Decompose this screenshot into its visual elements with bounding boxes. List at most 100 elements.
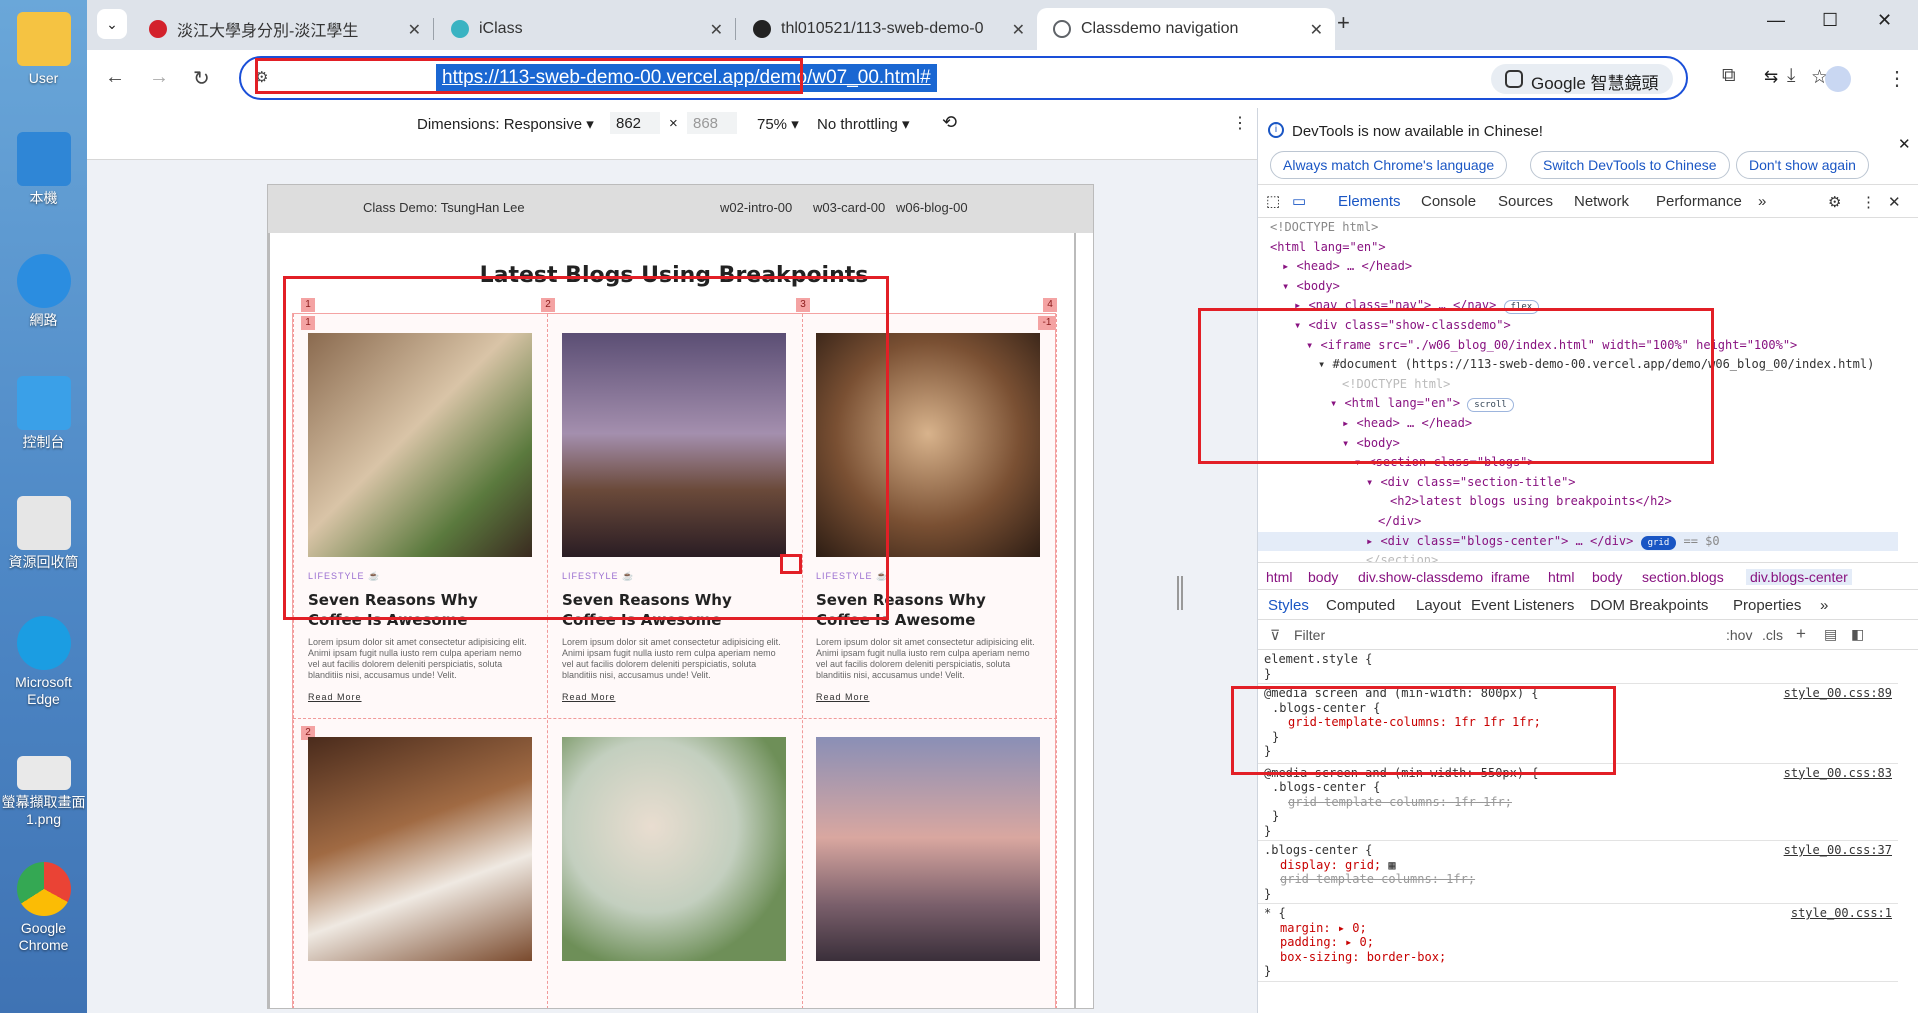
rule-source-link[interactable]: style_00.css:89 xyxy=(1784,686,1892,701)
dont-show-button[interactable]: Don't show again xyxy=(1736,151,1869,179)
breadcrumb-item[interactable]: html xyxy=(1548,569,1574,585)
tab-performance[interactable]: Performance xyxy=(1656,193,1742,210)
nav-link-w02[interactable]: w02-intro-00 xyxy=(720,200,792,215)
more-options-icon[interactable]: ⋮ xyxy=(1861,193,1876,211)
dom-node[interactable]: <h2>latest blogs using breakpoints</h2> xyxy=(1258,492,1898,512)
close-icon[interactable]: ✕ xyxy=(1012,20,1025,40)
close-icon[interactable]: ✕ xyxy=(1898,135,1911,153)
minimize-button[interactable]: — xyxy=(1767,10,1785,31)
tab-classdemo[interactable]: Classdemo navigation ✕ xyxy=(1037,8,1335,50)
read-more-link[interactable]: Read More xyxy=(816,692,1040,702)
dom-node[interactable]: <!DOCTYPE html> xyxy=(1258,218,1898,238)
rotate-icon[interactable]: ⟲ xyxy=(942,112,957,133)
desktop-icon-control-panel[interactable]: 控制台 xyxy=(0,376,87,451)
forward-button[interactable]: → xyxy=(149,66,169,89)
settings-icon[interactable]: ⚙ xyxy=(1828,193,1841,211)
tab-dom-breakpoints[interactable]: DOM Breakpoints xyxy=(1590,597,1708,614)
desktop-icon-recycle-bin[interactable]: 資源回收筒 xyxy=(0,496,87,571)
close-icon[interactable]: ✕ xyxy=(710,20,723,40)
close-icon[interactable]: ✕ xyxy=(1310,20,1323,40)
breadcrumb-item[interactable]: html xyxy=(1266,569,1292,585)
throttle-select[interactable]: No throttling ▾ xyxy=(817,115,910,133)
add-rule-icon[interactable]: + xyxy=(1796,624,1806,644)
dom-node-selected[interactable]: ▸ <div class="blogs-center"> … </div> gr… xyxy=(1258,531,1898,552)
extensions-icon[interactable]: ⧉ xyxy=(1722,65,1736,87)
breadcrumb-item[interactable]: section.blogs xyxy=(1642,569,1724,585)
rule-source-link[interactable]: style_00.css:1 xyxy=(1791,906,1892,921)
match-language-button[interactable]: Always match Chrome's language xyxy=(1270,151,1508,179)
rule-declaration[interactable]: display: grid; ▦ xyxy=(1264,858,1892,873)
grid-badge[interactable]: grid xyxy=(1640,535,1677,550)
close-icon[interactable]: ✕ xyxy=(408,20,421,40)
zoom-select[interactable]: 75% ▾ xyxy=(757,115,799,133)
resize-handle[interactable] xyxy=(1177,576,1183,610)
inspect-icon[interactable]: ⬚ xyxy=(1266,192,1280,210)
rule-source-link[interactable]: style_00.css:83 xyxy=(1784,766,1892,781)
style-rule[interactable]: .blogs-center { display: grid; ▦ grid-te… xyxy=(1258,841,1898,904)
more-options-icon[interactable]: ⋮ xyxy=(1232,113,1248,133)
more-tabs-icon[interactable]: » xyxy=(1820,597,1828,614)
tab-event-listeners[interactable]: Event Listeners xyxy=(1471,597,1574,614)
dom-node[interactable]: ▾ <body> xyxy=(1258,277,1898,297)
tab-console[interactable]: Console xyxy=(1421,193,1476,210)
breadcrumb-item[interactable]: iframe xyxy=(1491,569,1530,585)
rule-declaration[interactable]: grid-template-columns: 1fr; xyxy=(1264,872,1892,887)
menu-icon[interactable]: ⋮ xyxy=(1887,66,1907,91)
breadcrumb-item[interactable]: body xyxy=(1308,569,1338,585)
breadcrumb-item[interactable]: div.show-classdemo xyxy=(1358,569,1483,585)
reload-button[interactable]: ↻ xyxy=(193,66,210,91)
desktop-icon-this-pc[interactable]: 本機 xyxy=(0,132,87,207)
style-rule[interactable]: * { margin: ▸ 0; padding: ▸ 0; box-sizin… xyxy=(1258,904,1898,982)
tab-github[interactable]: thl010521/113-sweb-demo-0 ✕ xyxy=(737,8,1037,50)
desktop-icon-chrome[interactable]: Google Chrome xyxy=(0,862,87,954)
more-tabs-icon[interactable]: » xyxy=(1758,193,1766,210)
paint-icon[interactable]: ▤ xyxy=(1824,626,1837,643)
new-tab-button[interactable]: + xyxy=(1337,10,1350,36)
tab-layout[interactable]: Layout xyxy=(1416,597,1461,614)
rule-source-link[interactable]: style_00.css:37 xyxy=(1784,843,1892,858)
tab-computed[interactable]: Computed xyxy=(1326,597,1395,614)
breadcrumb-item[interactable]: body xyxy=(1592,569,1622,585)
close-devtools-icon[interactable]: ✕ xyxy=(1888,193,1901,211)
google-lens-button[interactable]: Google 智慧鏡頭 xyxy=(1491,64,1673,94)
dom-node[interactable]: ▾ <div class="section-title"> xyxy=(1258,473,1898,493)
translate-icon[interactable]: ⇆ xyxy=(1764,67,1778,87)
width-input[interactable]: 862 xyxy=(610,112,660,134)
dom-node[interactable]: </div> xyxy=(1258,512,1898,532)
dom-node[interactable]: </section> xyxy=(1258,551,1898,562)
nav-link-w03[interactable]: w03-card-00 xyxy=(813,200,885,215)
tab-sources[interactable]: Sources xyxy=(1498,193,1553,210)
maximize-button[interactable]: ☐ xyxy=(1822,10,1838,31)
read-more-link[interactable]: Read More xyxy=(562,692,786,702)
rule-declaration[interactable]: padding: ▸ 0; xyxy=(1264,935,1892,950)
tab-network[interactable]: Network xyxy=(1574,193,1629,210)
nav-link-w06[interactable]: w06-blog-00 xyxy=(896,200,968,215)
desktop-icon-edge[interactable]: Microsoft Edge xyxy=(0,616,87,708)
tab-search-button[interactable]: ⌄ xyxy=(97,9,127,39)
cls-toggle[interactable]: .cls xyxy=(1762,627,1783,643)
tab-tku[interactable]: 淡江大學身分別-淡江學生 ✕ xyxy=(133,8,433,50)
sidebar-toggle-icon[interactable]: ◧ xyxy=(1851,626,1864,643)
dom-node[interactable]: <html lang="en"> xyxy=(1258,238,1898,258)
desktop-icon-network[interactable]: 網路 xyxy=(0,254,87,329)
site-brand[interactable]: Class Demo: TsungHan Lee xyxy=(363,200,525,215)
breadcrumb-item-selected[interactable]: div.blogs-center xyxy=(1746,569,1852,585)
rule-declaration[interactable]: grid-template-columns: 1fr 1fr; xyxy=(1264,795,1892,810)
tab-styles[interactable]: Styles xyxy=(1268,597,1309,614)
switch-chinese-button[interactable]: Switch DevTools to Chinese xyxy=(1530,151,1730,179)
rule-declaration[interactable]: margin: ▸ 0; xyxy=(1264,921,1892,936)
device-toggle-icon[interactable]: ▭ xyxy=(1292,192,1306,210)
download-icon[interactable]: ⤓ xyxy=(1787,65,1795,87)
hov-toggle[interactable]: :hov xyxy=(1726,627,1752,643)
height-input[interactable]: 868 xyxy=(687,112,737,134)
filter-input[interactable]: Filter xyxy=(1294,627,1634,643)
dimensions-select[interactable]: Dimensions: Responsive ▾ xyxy=(417,115,594,133)
desktop-icon-user[interactable]: User xyxy=(0,12,87,87)
grid-editor-icon[interactable]: ▦ xyxy=(1388,858,1395,872)
read-more-link[interactable]: Read More xyxy=(308,692,532,702)
close-window-button[interactable]: ✕ xyxy=(1877,10,1892,31)
style-rule[interactable]: element.style { } xyxy=(1258,650,1898,684)
tab-iclass[interactable]: iClass ✕ xyxy=(435,8,735,50)
style-rule[interactable]: @media screen and (min-width: 550px) { .… xyxy=(1258,764,1898,841)
tab-elements[interactable]: Elements xyxy=(1338,193,1401,210)
